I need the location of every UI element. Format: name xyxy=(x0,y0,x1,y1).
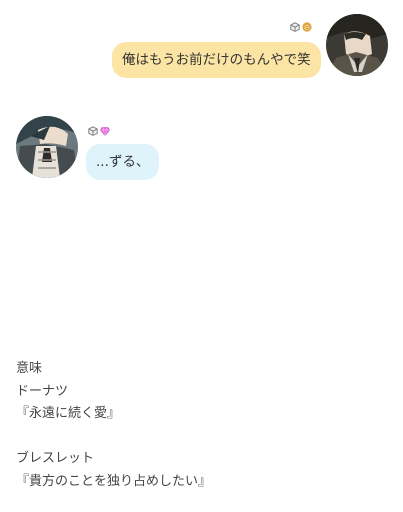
note-line: 意味 xyxy=(16,361,43,376)
lion-icon xyxy=(302,22,312,32)
note-line: ブレスレット xyxy=(16,451,95,466)
note-block: 意味 ドーナツ 『永遠に続く愛』 ブレスレット 『貴方のことを独り占めしたい』 xyxy=(16,358,211,493)
message-text: 俺はもうお前だけのもんやで笑 xyxy=(122,52,311,68)
gem-icon xyxy=(100,127,110,136)
avatar[interactable] xyxy=(16,116,78,178)
character-avatar-icon xyxy=(16,116,78,178)
message-bubble: 俺はもうお前だけのもんやで笑 xyxy=(112,42,321,78)
message-badges xyxy=(290,22,312,32)
message-text: ...ずる、 xyxy=(96,154,150,170)
avatar[interactable] xyxy=(326,14,388,76)
character-avatar-icon xyxy=(326,14,388,76)
note-line: 『貴方のことを独り占めしたい』 xyxy=(16,473,212,489)
cube-icon xyxy=(88,126,98,136)
note-line: 『永遠に続く愛』 xyxy=(16,406,121,421)
note-line: ドーナツ xyxy=(16,383,69,399)
message-bubble: ...ずる、 xyxy=(86,144,160,180)
message-badges xyxy=(88,126,110,136)
cube-icon xyxy=(290,22,300,32)
note-line xyxy=(16,426,211,449)
